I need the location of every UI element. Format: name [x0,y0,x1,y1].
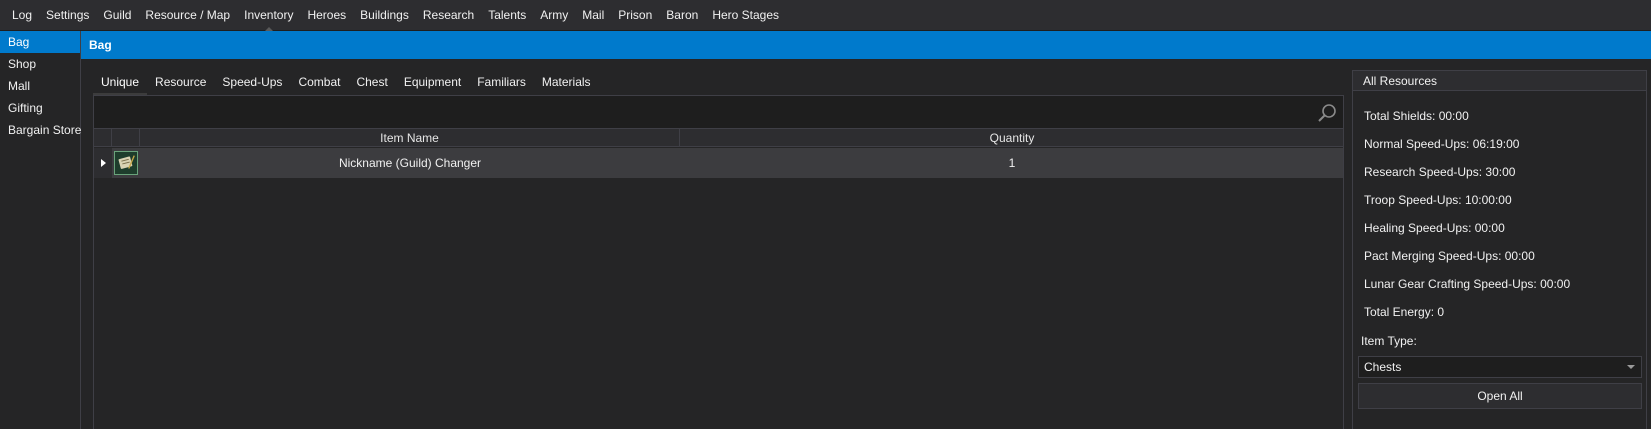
table-row[interactable]: Nickname (Guild) Changer 1 [94,148,1343,178]
item-type-label: Item Type: [1361,334,1417,348]
resource-total-energy: Total Energy: 0 [1364,305,1445,319]
name-changer-scroll-icon [114,151,138,175]
menu-item-log[interactable]: Log [5,0,39,31]
menu-item-research[interactable]: Research [416,0,481,31]
menu-item-talents[interactable]: Talents [481,0,533,31]
top-menu-bar: Log Settings Guild Resource / Map Invent… [0,0,1651,31]
resource-research-speed-ups: Research Speed-Ups: 30:00 [1364,165,1516,179]
row-arrow-icon [101,159,106,167]
resources-panel-title: All Resources [1353,71,1646,91]
tab-familiars[interactable]: Familiars [469,71,534,95]
resource-normal-speed-ups: Normal Speed-Ups: 06:19:00 [1364,137,1520,151]
page-title: Bag [81,31,1651,59]
category-tabs: Unique Resource Speed-Ups Combat Chest E… [93,71,599,95]
tab-materials[interactable]: Materials [534,71,599,95]
item-quantity-cell: 1 [1008,156,1016,170]
menu-item-buildings[interactable]: Buildings [353,0,416,31]
item-icon-cell [112,148,140,178]
row-header-column [94,129,112,147]
sidebar-item-bargain-store[interactable]: Bargain Store [0,119,81,141]
menu-item-heroes[interactable]: Heroes [300,0,353,31]
resource-total-shields: Total Shields: 00:00 [1364,109,1469,123]
menu-item-settings[interactable]: Settings [39,0,96,31]
tab-combat[interactable]: Combat [290,71,348,95]
resources-list: Total Shields: 00:00 Normal Speed-Ups: 0… [1364,109,1570,333]
item-name-cell: Nickname (Guild) Changer [338,156,482,170]
tab-speed-ups[interactable]: Speed-Ups [214,71,290,95]
resource-pact-merging-speed-ups: Pact Merging Speed-Ups: 00:00 [1364,249,1535,263]
search-icon[interactable] [1317,103,1337,123]
resources-panel: All Resources Total Shields: 00:00 Norma… [1352,70,1647,429]
menu-item-prison[interactable]: Prison [611,0,659,31]
item-name-column-header[interactable]: Item Name [140,129,680,147]
tab-equipment[interactable]: Equipment [396,71,469,95]
menu-item-guild[interactable]: Guild [96,0,138,31]
item-grid-panel: Item Name Quantity Nickname (Guild) Chan… [93,95,1344,429]
resource-troop-speed-ups: Troop Speed-Ups: 10:00:00 [1364,193,1512,207]
row-selector[interactable] [94,148,112,178]
item-type-selected-value: Chests [1364,360,1402,374]
menu-item-baron[interactable]: Baron [659,0,705,31]
quantity-column-header[interactable]: Quantity [680,129,1344,147]
grid-header: Item Name Quantity [94,129,1343,147]
menu-item-army[interactable]: Army [533,0,575,31]
sidebar-item-mall[interactable]: Mall [0,75,80,97]
open-all-button[interactable]: Open All [1358,383,1642,409]
sidebar-item-gifting[interactable]: Gifting [0,97,80,119]
sidebar-item-bag[interactable]: Bag [0,31,80,53]
search-input[interactable] [94,96,1343,129]
sidebar-item-shop[interactable]: Shop [0,53,80,75]
tab-unique[interactable]: Unique [93,71,148,95]
resource-lunar-gear-crafting-speed-ups: Lunar Gear Crafting Speed-Ups: 00:00 [1364,277,1571,291]
icon-column-header [112,129,140,147]
menu-item-inventory[interactable]: Inventory [237,0,300,31]
item-type-dropdown[interactable]: Chests [1358,356,1642,378]
resource-healing-speed-ups: Healing Speed-Ups: 00:00 [1364,221,1505,235]
menu-item-resource-map[interactable]: Resource / Map [138,0,237,31]
inventory-sidebar: Bag Shop Mall Gifting Bargain Store [0,31,81,429]
menu-item-mail[interactable]: Mail [575,0,611,31]
tab-resource[interactable]: Resource [147,71,214,95]
tab-chest[interactable]: Chest [348,71,395,95]
menu-item-hero-stages[interactable]: Hero Stages [705,0,786,31]
chevron-down-icon[interactable] [1627,365,1635,369]
